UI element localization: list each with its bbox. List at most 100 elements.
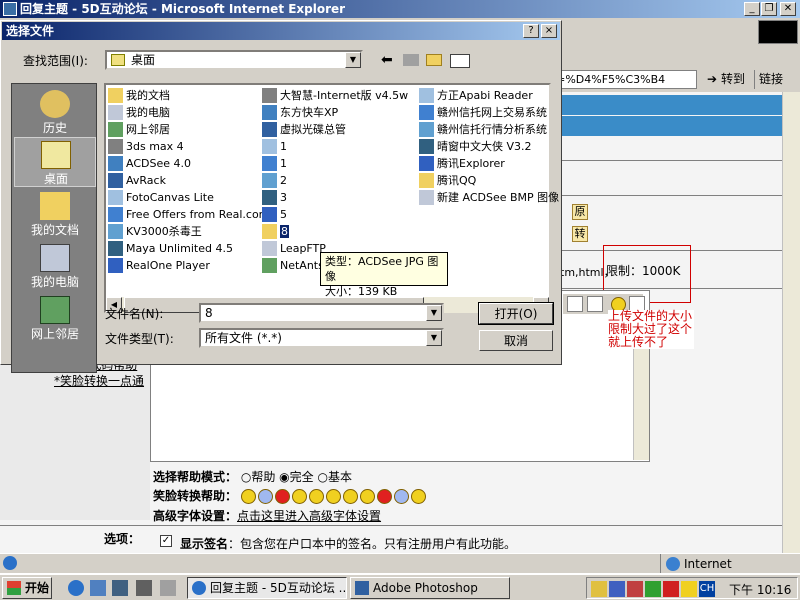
list-icon[interactable] xyxy=(587,296,603,312)
view-menu-icon[interactable] xyxy=(450,54,470,68)
network-icon xyxy=(40,296,70,324)
quicklaunch-icon[interactable] xyxy=(112,580,128,596)
smiley-icon[interactable] xyxy=(325,489,341,504)
file-item[interactable]: 大智慧-Internet版 v4.5w xyxy=(262,87,408,104)
tray-app-icon[interactable] xyxy=(627,581,643,597)
smiley-icon[interactable] xyxy=(359,489,375,504)
chevron-down-icon[interactable]: ▼ xyxy=(345,52,361,68)
file-item[interactable]: Free Offers from Real.com xyxy=(108,206,269,223)
file-item[interactable]: LeapFTP xyxy=(262,240,326,257)
smiley-icon[interactable] xyxy=(393,489,409,504)
file-item[interactable]: 腾讯QQ xyxy=(419,172,476,189)
signature-label: 显示签名 xyxy=(180,537,229,551)
dialog-close-button[interactable]: × xyxy=(541,24,557,38)
file-icon xyxy=(262,105,277,120)
volume-icon[interactable] xyxy=(591,581,607,597)
dialog-help-button[interactable]: ? xyxy=(523,24,539,38)
file-icon xyxy=(419,173,434,188)
place-my-computer[interactable]: 我的电脑 xyxy=(14,241,96,291)
file-item[interactable]: 赣州信托网上交易系统 xyxy=(419,104,547,121)
file-item[interactable]: 新建 ACDSee BMP 图像 xyxy=(419,189,559,206)
file-item[interactable]: 2 xyxy=(262,172,287,189)
file-item[interactable]: NetAnts xyxy=(262,257,324,274)
help-radio-1[interactable]: ○帮助 xyxy=(241,470,276,484)
qq-icon[interactable] xyxy=(681,581,697,597)
zhuan-button[interactable]: 转 xyxy=(572,226,588,242)
file-item[interactable]: 8 xyxy=(262,223,289,240)
filename-input[interactable]: 8 ▼ xyxy=(199,303,444,323)
file-item[interactable]: 网上邻居 xyxy=(108,121,170,138)
smiley-icon[interactable] xyxy=(410,489,426,504)
back-icon[interactable]: ⬅ xyxy=(381,52,393,68)
quicklaunch-icon[interactable] xyxy=(90,580,106,596)
file-item[interactable]: 方正Apabi Reader xyxy=(419,87,533,104)
help-radio-2[interactable]: ◉完全 xyxy=(279,470,314,484)
file-item[interactable]: 腾讯Explorer xyxy=(419,155,505,172)
quicklaunch-ie-icon[interactable] xyxy=(68,580,84,596)
smiley-icon[interactable] xyxy=(257,489,273,504)
maximize-button[interactable]: ❐ xyxy=(761,2,777,16)
file-item[interactable]: 1 xyxy=(262,138,287,155)
smiley-icon[interactable] xyxy=(240,489,256,504)
file-item[interactable]: 赣州信托行情分析系统 xyxy=(419,121,547,138)
up-folder-icon[interactable] xyxy=(403,54,419,66)
file-item[interactable]: RealOne Player xyxy=(108,257,210,274)
file-item[interactable]: ACDSee 4.0 xyxy=(108,155,191,172)
close-window-button[interactable]: ✕ xyxy=(780,2,796,16)
place-my-documents[interactable]: 我的文档 xyxy=(14,189,96,239)
smiley-label: 笑脸转换帮助： xyxy=(153,489,238,503)
file-item[interactable]: 东方快车XP xyxy=(262,104,338,121)
file-item[interactable]: Maya Unlimited 4.5 xyxy=(108,240,233,257)
chevron-down-icon[interactable]: ▼ xyxy=(426,330,442,346)
tray-app-icon[interactable] xyxy=(663,581,679,597)
quicklaunch-icon[interactable] xyxy=(136,580,152,596)
goto-button[interactable]: ➔ 转到 xyxy=(701,70,751,89)
file-item[interactable]: 3ds max 4 xyxy=(108,138,184,155)
file-icon xyxy=(108,173,123,188)
start-button[interactable]: 开始 xyxy=(2,577,52,599)
smiley-help-link[interactable]: *笑脸转换一点通 xyxy=(54,372,144,389)
lookin-select[interactable]: 桌面 ▼ xyxy=(105,50,363,70)
tooltip-size: 大小：139 KB xyxy=(325,285,398,298)
file-item[interactable]: 我的文档 xyxy=(108,87,170,104)
file-item[interactable]: AvRack xyxy=(108,172,166,189)
file-item[interactable]: 我的电脑 xyxy=(108,104,170,121)
font-settings-link[interactable]: 点击这里进入高级字体设置 xyxy=(237,509,381,523)
computer-icon xyxy=(40,244,70,272)
smiley-icon[interactable] xyxy=(342,489,358,504)
task-photoshop-button[interactable]: Adobe Photoshop xyxy=(350,577,510,599)
file-item[interactable]: 虚拟光碟总管 xyxy=(262,121,346,138)
place-desktop[interactable]: 桌面 xyxy=(14,137,96,187)
file-item[interactable]: 1 xyxy=(262,155,287,172)
task-ie-label: 回复主题 - 5D互动论坛 ... xyxy=(210,581,347,595)
filetype-select[interactable]: 所有文件 (*.*) ▼ xyxy=(199,328,444,348)
language-indicator[interactable]: CH xyxy=(699,581,715,597)
yuan-button[interactable]: 原 xyxy=(572,204,588,220)
tray-app-icon[interactable] xyxy=(645,581,661,597)
signature-checkbox[interactable]: ✓ xyxy=(160,535,172,547)
tray-app-icon[interactable] xyxy=(609,581,625,597)
go-arrow-icon: ➔ xyxy=(707,72,718,86)
file-item[interactable]: 晴窗中文大侠 V3.2 xyxy=(419,138,532,155)
chevron-down-icon[interactable]: ▼ xyxy=(426,305,442,321)
smiley-icon[interactable] xyxy=(291,489,307,504)
task-ie-button[interactable]: 回复主题 - 5D互动论坛 ... xyxy=(187,577,347,599)
file-item[interactable]: 3 xyxy=(262,189,287,206)
new-folder-icon[interactable] xyxy=(426,54,442,66)
file-item[interactable]: KV3000杀毒王 xyxy=(108,223,202,240)
links-button[interactable]: 链接 xyxy=(754,70,798,89)
open-button[interactable]: 打开(O) xyxy=(478,302,554,325)
file-item[interactable]: FotoCanvas Lite xyxy=(108,189,214,206)
help-radio-3[interactable]: ○基本 xyxy=(318,470,353,484)
file-item[interactable]: 5 xyxy=(262,206,287,223)
place-history[interactable]: 历史 xyxy=(14,87,96,137)
smiley-icon[interactable] xyxy=(308,489,324,504)
page-scrollbar[interactable] xyxy=(782,92,800,553)
smiley-icon[interactable] xyxy=(376,489,392,504)
insert-icon[interactable] xyxy=(567,296,583,312)
smiley-icon[interactable] xyxy=(274,489,290,504)
place-network[interactable]: 网上邻居 xyxy=(14,293,96,343)
minimize-button[interactable]: _ xyxy=(744,2,760,16)
cancel-button[interactable]: 取消 xyxy=(479,330,553,351)
quicklaunch-icon[interactable] xyxy=(160,580,176,596)
